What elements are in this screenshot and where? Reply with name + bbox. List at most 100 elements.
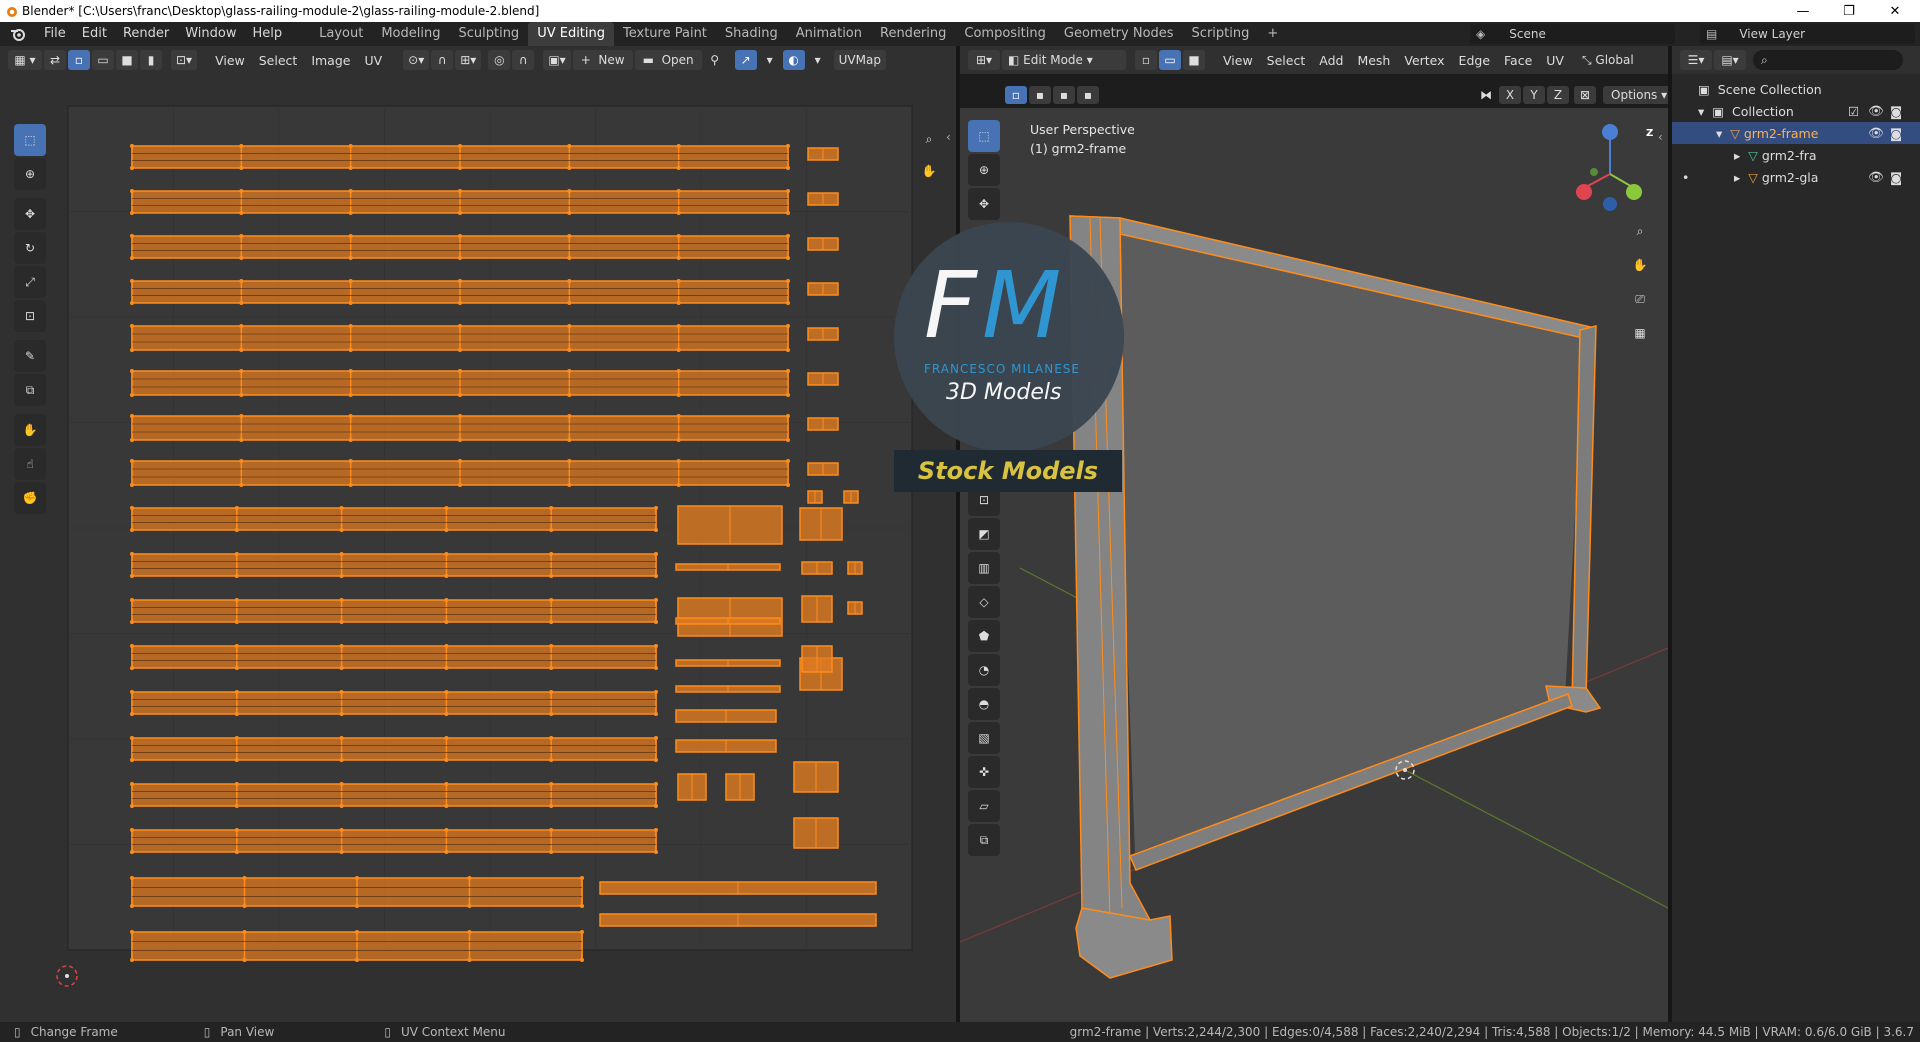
uvmap-selector[interactable]: UVMap [833, 50, 886, 70]
scale-icon[interactable]: ⤢ [14, 266, 46, 298]
edge-slide-icon[interactable]: ▧ [968, 722, 1000, 754]
snap-icon[interactable]: ∩ [431, 50, 454, 70]
vp-menu-face[interactable]: Face [1497, 53, 1539, 68]
camera-icon[interactable]: ◙ [1890, 104, 1902, 119]
menu-edit[interactable]: Edit [74, 22, 115, 46]
vp-menu-uv[interactable]: UV [1539, 53, 1571, 68]
ortho-toggle-icon[interactable]: ▦ [1627, 320, 1653, 346]
vp-select-new-icon[interactable]: ▫ [1005, 86, 1027, 104]
expand-down-icon[interactable]: ▾ [1698, 104, 1704, 119]
falloff-icon[interactable]: ∩ [512, 50, 535, 70]
tab-uv-editing[interactable]: UV Editing [528, 22, 615, 46]
editor-type-3d-icon[interactable]: ⊞▾ [968, 50, 1000, 70]
vp-cursor-icon[interactable]: ⊕ [968, 154, 1000, 186]
overlay-icon[interactable]: ◐ [782, 50, 805, 70]
mode-selector[interactable]: ◧ Edit Mode ▾ [1002, 50, 1126, 70]
camera-icon[interactable]: ◙ [1890, 126, 1902, 141]
uv-sync-dropdown-icon[interactable]: ▾ [759, 50, 781, 70]
auto-merge-icon[interactable]: ⊠ [1574, 86, 1596, 104]
eye-icon[interactable]: 👁 [1868, 103, 1884, 119]
eye-icon[interactable]: 👁 [1868, 169, 1884, 185]
grab-icon[interactable]: ✋ [14, 414, 46, 446]
vp-select-box-icon[interactable]: ⬚ [968, 120, 1000, 152]
expand-right-icon[interactable]: ▸ [1734, 148, 1740, 163]
edge-select-icon[interactable]: ▭ [92, 50, 114, 70]
tab-geometry-nodes[interactable]: Geometry Nodes [1055, 22, 1183, 46]
menu-file[interactable]: File [36, 22, 74, 46]
close-button[interactable]: ✕ [1872, 0, 1918, 22]
tab-sculpting[interactable]: Sculpting [449, 22, 528, 46]
vp-sidebar-toggle-icon[interactable]: ‹ [1658, 130, 1663, 144]
new-image-button[interactable]: + New [572, 50, 633, 70]
uv-menu-uv[interactable]: UV [357, 53, 389, 68]
eye-icon[interactable]: 👁 [1868, 125, 1884, 141]
tab-compositing[interactable]: Compositing [955, 22, 1055, 46]
vp-menu-view[interactable]: View [1216, 53, 1260, 68]
tab-texture-paint[interactable]: Texture Paint [614, 22, 716, 46]
outliner-row-grm2-frame-mesh[interactable]: ▸ ▽ grm2-fra [1672, 144, 1920, 166]
uv-canvas[interactable] [0, 74, 956, 1022]
vp-select-subtract-icon[interactable]: ▪ [1053, 86, 1075, 104]
mirror-x-toggle[interactable]: X [1499, 86, 1521, 104]
view-layer-selector[interactable]: ▤ View Layer [1700, 24, 1915, 44]
uv-menu-image[interactable]: Image [304, 53, 357, 68]
restore-button[interactable]: ❐ [1826, 0, 1872, 22]
sync-selection-icon[interactable]: ⇄ [44, 50, 66, 70]
outliner-row-collection[interactable]: ▾ ▣ Collection ☑ 👁 ◙ [1672, 100, 1920, 122]
tab-modeling[interactable]: Modeling [372, 22, 449, 46]
outliner-search[interactable]: ⌕ [1753, 50, 1903, 70]
overlay-dropdown-icon[interactable]: ▾ [807, 50, 829, 70]
smooth-icon[interactable]: ◓ [968, 688, 1000, 720]
vp-menu-mesh[interactable]: Mesh [1350, 53, 1397, 68]
rotate-icon[interactable]: ↻ [14, 232, 46, 264]
snap-target-icon[interactable]: ⊞▾ [455, 50, 482, 70]
display-mode-icon[interactable]: ▤▾ [1714, 50, 1746, 70]
shrink-fatten-icon[interactable]: ✜ [968, 756, 1000, 788]
mirror-y-toggle[interactable]: Y [1523, 86, 1545, 104]
proportional-edit-icon[interactable]: ◎ [488, 50, 511, 70]
outliner-row-scene-collection[interactable]: ▣ Scene Collection [1672, 78, 1920, 100]
menu-help[interactable]: Help [245, 22, 291, 46]
knife-icon[interactable]: ◇ [968, 586, 1000, 618]
outliner-row-grm2-frame[interactable]: ▾ ▽ grm2-frame 👁 ◙ [1672, 122, 1920, 144]
face-mode-icon[interactable]: ■ [1183, 50, 1205, 70]
rip-region-icon[interactable]: ⧉ [968, 824, 1000, 856]
vp-move-icon[interactable]: ✥ [968, 188, 1000, 220]
tab-animation[interactable]: Animation [787, 22, 871, 46]
open-image-button[interactable]: ▬ Open [634, 50, 702, 70]
options-dropdown[interactable]: Options ▾ [1603, 86, 1676, 104]
vp-select-extend-icon[interactable]: ▪ [1029, 86, 1051, 104]
outliner-editor-type-icon[interactable]: ☰▾ [1680, 50, 1712, 70]
uv-menu-select[interactable]: Select [252, 53, 305, 68]
face-select-icon[interactable]: ■ [116, 50, 138, 70]
spin-icon[interactable]: ◔ [968, 654, 1000, 686]
loop-cut-icon[interactable]: ▥ [968, 552, 1000, 584]
minimize-button[interactable]: — [1780, 0, 1826, 22]
checkbox-icon[interactable]: ☑ [1848, 104, 1859, 119]
sticky-mode-icon[interactable]: ⊡▾ [171, 50, 198, 70]
vp-menu-edge[interactable]: Edge [1452, 53, 1497, 68]
bevel-icon[interactable]: ◩ [968, 518, 1000, 550]
blender-menu-icon[interactable] [0, 27, 36, 41]
menu-window[interactable]: Window [177, 22, 244, 46]
relax-icon[interactable]: ☝ [14, 448, 46, 480]
orientation-selector[interactable]: ⤡ Global [1577, 50, 1639, 70]
tab-layout[interactable]: Layout [310, 22, 372, 46]
editor-type-uv-icon[interactable]: ▦ ▾ [8, 50, 42, 70]
poly-build-icon[interactable]: ⬟ [968, 620, 1000, 652]
pin-icon[interactable]: ⚲ [704, 50, 726, 70]
shear-icon[interactable]: ▱ [968, 790, 1000, 822]
camera-icon[interactable]: ◙ [1890, 170, 1902, 185]
scene-selector[interactable]: ◈ Scene [1470, 24, 1675, 44]
tab-rendering[interactable]: Rendering [871, 22, 955, 46]
annotate-icon[interactable]: ✎ [14, 340, 46, 372]
vertex-mode-icon[interactable]: ▫ [1135, 50, 1157, 70]
pivot-point-icon[interactable]: ⊙▾ [403, 50, 430, 70]
sidebar-toggle-icon[interactable]: ‹ [946, 130, 951, 144]
uv-sync-icon[interactable]: ↗ [734, 50, 757, 70]
tab-scripting[interactable]: Scripting [1183, 22, 1259, 46]
image-browse-icon[interactable]: ▣▾ [543, 50, 571, 70]
vp-zoom-icon[interactable]: ⌕ [1627, 218, 1653, 244]
vp-menu-select[interactable]: Select [1260, 53, 1313, 68]
vp-pan-icon[interactable]: ✋ [1627, 252, 1653, 278]
